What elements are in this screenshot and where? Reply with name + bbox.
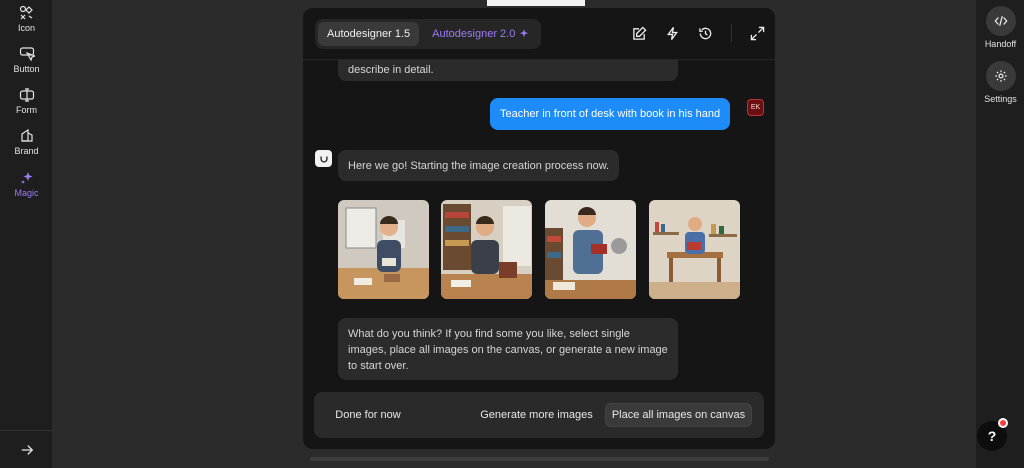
left-sidebar: Icon Button Form Brand Magic (0, 0, 53, 468)
autodesigner-panel: describe in detail. Autodesigner 1.5 Aut… (303, 8, 775, 449)
right-sidebar: Handoff Settings (975, 0, 1024, 468)
teacher-image (441, 200, 532, 299)
sidebar-item-label: Icon (17, 23, 35, 33)
followup-message-text: What do you think? If you find some you … (348, 328, 668, 372)
tab-label: Autodesigner 1.5 (327, 28, 411, 40)
tab-autodesigner-2-0[interactable]: Autodesigner 2.0 (423, 22, 538, 46)
edit-icon[interactable] (632, 25, 647, 41)
cursor-click-icon (19, 47, 35, 62)
sparkle-icon (520, 29, 529, 38)
user-message-text: Teacher in front of desk with book in hi… (500, 108, 721, 120)
panel-header: Autodesigner 1.5 Autodesigner 2.0 (303, 8, 775, 60)
generate-more-button[interactable]: Generate more images (474, 403, 599, 427)
place-all-button[interactable]: Place all images on canvas (605, 403, 752, 427)
sidebar-item-label: Form (16, 105, 37, 115)
version-tabs: Autodesigner 1.5 Autodesigner 2.0 (315, 19, 542, 49)
sidebar-item-label: Magic (14, 188, 39, 198)
expand-icon[interactable] (750, 26, 765, 41)
help-icon: ? (987, 428, 997, 444)
sidebar-item-label: Brand (14, 146, 39, 156)
tab-autodesigner-1-5[interactable]: Autodesigner 1.5 (318, 22, 420, 46)
canvas-artboard-edge (487, 0, 585, 6)
gear-icon (994, 70, 1007, 82)
generated-image-3[interactable] (545, 200, 636, 299)
sidebar-item-label: Button (13, 64, 40, 74)
settings-button[interactable]: Settings (976, 61, 1024, 104)
lightning-icon[interactable] (665, 26, 680, 41)
notification-dot (998, 418, 1008, 428)
teacher-image (649, 200, 740, 299)
user-message: Teacher in front of desk with book in hi… (490, 98, 731, 130)
sidebar-item-form[interactable]: Form (0, 87, 53, 115)
sparkle-icon (20, 172, 32, 184)
generated-image-4[interactable] (649, 200, 740, 299)
settings-icon-circle (985, 61, 1016, 91)
sidebar-item-button[interactable]: Button (0, 46, 53, 74)
avatar-initials: EK (750, 104, 761, 111)
generate-label: Generate more images (480, 409, 593, 421)
done-button[interactable]: Done for now (326, 403, 410, 427)
horizontal-scrollbar[interactable] (310, 457, 769, 461)
bot-avatar (315, 150, 332, 167)
handoff-button[interactable]: Handoff (976, 6, 1024, 49)
history-icon[interactable] (698, 26, 713, 41)
code-icon (993, 16, 1008, 26)
generated-image-2[interactable] (441, 200, 532, 299)
done-label: Done for now (335, 409, 401, 421)
generated-image-1[interactable] (338, 200, 429, 299)
settings-label: Settings (984, 94, 1017, 104)
teacher-image (338, 200, 429, 299)
sidebar-item-brand[interactable]: Brand (0, 128, 53, 156)
sidebar-item-icon[interactable]: Icon (0, 5, 53, 33)
place-all-label: Place all images on canvas (611, 409, 746, 421)
bot-logo-icon (319, 156, 328, 163)
bot-message: Here we go! Starting the image creation … (338, 150, 620, 181)
bot-message-text: Here we go! Starting the image creation … (348, 160, 610, 172)
brand-icon (20, 128, 33, 142)
header-actions (632, 24, 765, 42)
sidebar-item-magic[interactable]: Magic (0, 170, 53, 198)
teacher-image (545, 200, 636, 299)
header-divider (731, 24, 732, 42)
previous-message-text: describe in detail. (348, 64, 434, 76)
action-bar: Done for now Generate more images Place … (314, 392, 764, 438)
collapse-button[interactable] (0, 430, 53, 468)
avatar: EK (747, 99, 764, 116)
handoff-label: Handoff (984, 39, 1017, 49)
tab-label: Autodesigner 2.0 (432, 28, 516, 40)
handoff-icon-circle (985, 6, 1016, 36)
text-cursor-icon (19, 88, 34, 102)
arrow-right-icon (21, 444, 33, 455)
icon-library-icon (19, 5, 33, 20)
followup-message: What do you think? If you find some you … (338, 318, 678, 380)
